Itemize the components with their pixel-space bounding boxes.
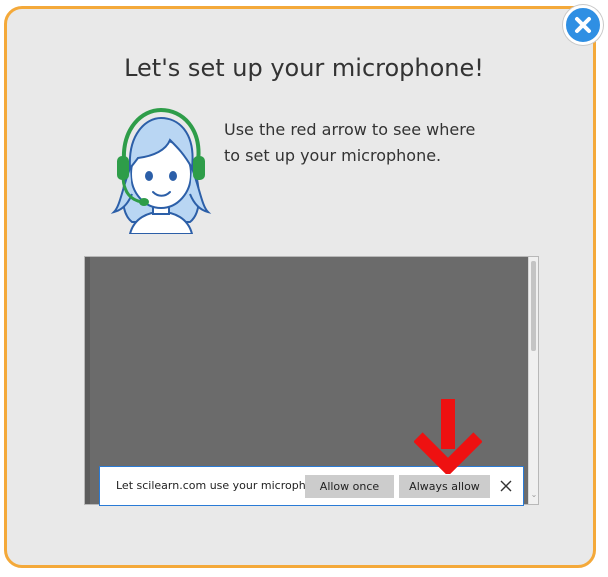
close-icon [575,17,591,33]
close-icon [500,480,512,492]
instruction-line-2: to set up your microphone. [224,146,442,165]
always-allow-button[interactable]: Always allow [399,475,490,498]
allow-once-button[interactable]: Allow once [305,475,394,498]
close-dialog-button[interactable] [563,5,603,45]
headset-avatar-icon [110,107,212,234]
permission-prompt-text: Let scilearn.com use your microphone? [116,479,332,492]
browser-scrollbar[interactable]: ⌄ [528,257,538,504]
scrollbar-thumb[interactable] [531,261,536,351]
scroll-down-arrow-icon[interactable]: ⌄ [529,490,539,500]
instruction-text: Use the red arrow to see where to set up… [224,117,524,169]
red-down-arrow-icon [414,399,482,474]
dialog-title: Let's set up your microphone! [124,54,484,82]
instruction-line-1: Use the red arrow to see where [224,120,476,139]
browser-left-edge [85,257,90,504]
dismiss-prompt-button[interactable] [497,477,515,495]
